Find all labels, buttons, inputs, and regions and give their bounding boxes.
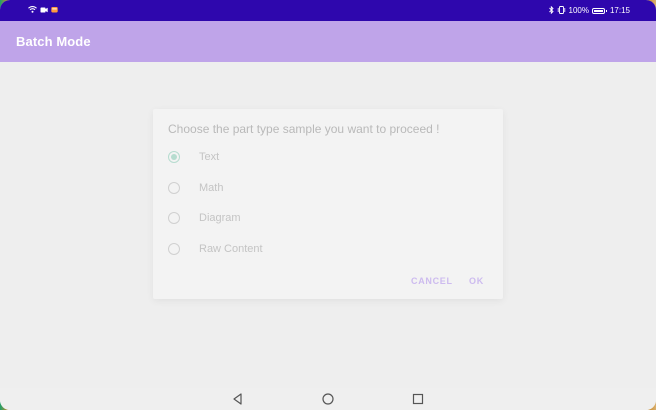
battery-level-fill <box>593 9 603 12</box>
app-bar: Batch Mode <box>0 21 656 62</box>
navigation-bar <box>0 388 656 410</box>
battery-icon <box>591 7 607 14</box>
part-type-dialog: Choose the part type sample you want to … <box>153 109 503 299</box>
cancel-button[interactable]: CANCEL <box>411 276 453 286</box>
option-label: Raw Content <box>199 243 263 255</box>
recents-icon[interactable] <box>411 392 425 406</box>
bluetooth-icon <box>548 5 554 16</box>
dialog-title: Choose the part type sample you want to … <box>168 122 440 136</box>
radio-button[interactable] <box>168 151 180 163</box>
radio-button[interactable] <box>168 212 180 224</box>
clock: 17:15 <box>609 6 630 15</box>
status-bar-left <box>28 5 58 16</box>
status-bar-right: 100% 17:15 <box>548 5 630 16</box>
option-diagram[interactable]: Diagram <box>168 206 488 230</box>
option-text[interactable]: Text <box>168 145 488 169</box>
radio-button[interactable] <box>168 182 180 194</box>
option-math[interactable]: Math <box>168 176 488 200</box>
option-raw-content[interactable]: Raw Content <box>168 237 488 261</box>
option-label: Text <box>199 151 220 163</box>
wifi-icon <box>28 6 37 15</box>
option-label: Math <box>199 182 224 194</box>
notification-icon <box>51 6 58 15</box>
radio-selected-dot <box>171 154 177 160</box>
battery-percent: 100% <box>568 6 589 15</box>
status-bar: 100% 17:15 <box>0 0 656 21</box>
home-icon[interactable] <box>321 392 335 406</box>
screen-record-icon <box>40 6 48 15</box>
app-title: Batch Mode <box>16 34 91 49</box>
device-screen: 100% 17:15 Batch Mode Choose the part ty… <box>0 0 656 410</box>
back-icon[interactable] <box>231 392 245 406</box>
option-label: Diagram <box>199 212 241 224</box>
ok-button[interactable]: OK <box>469 276 484 286</box>
radio-button[interactable] <box>168 243 180 255</box>
vibrate-icon <box>557 5 566 16</box>
